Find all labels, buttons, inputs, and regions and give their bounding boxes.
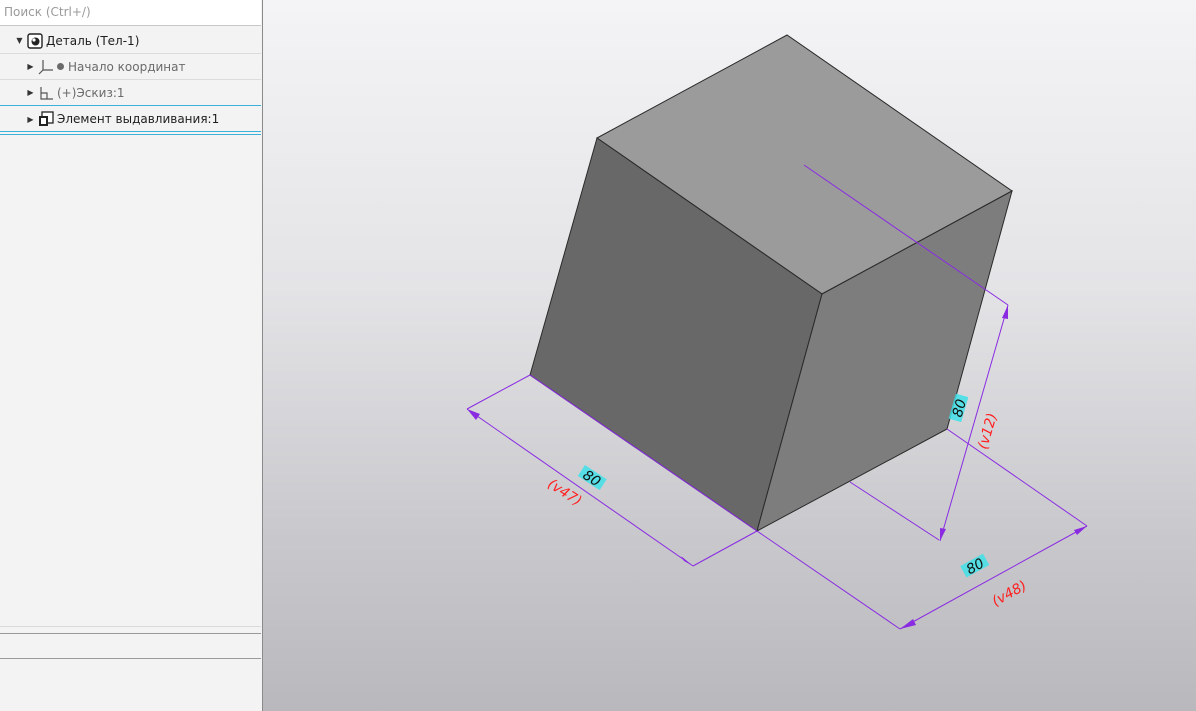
tree-item-label: Начало координат [68, 59, 186, 74]
tree-item-extrude[interactable]: ▶ Элемент выдавливания:1 [0, 106, 261, 132]
selection-line [0, 131, 261, 132]
dimension-depth[interactable]: 80 (v48) [960, 553, 1030, 610]
tree-item-sketch[interactable]: ▶ (+)Эскиз:1 [0, 80, 261, 106]
selection-line [0, 134, 261, 135]
divider [0, 658, 261, 659]
sketch-icon [38, 85, 54, 101]
divider [0, 626, 261, 627]
dimension-height-variable: (v12) [975, 411, 1001, 451]
expand-icon[interactable]: ▶ [27, 88, 34, 97]
tree-item-label: Деталь (Тел-1) [46, 33, 140, 48]
model-tree-panel: Поиск (Ctrl+/) ▼ Деталь (Тел-1) ▶ Начало… [0, 0, 263, 711]
origin-dot-icon [57, 63, 64, 70]
tree-item-origin[interactable]: ▶ Начало координат [0, 54, 261, 80]
tree-item-label: Элемент выдавливания:1 [57, 112, 220, 126]
expand-icon[interactable]: ▶ [27, 62, 34, 71]
axis-icon [38, 59, 54, 75]
scene-canvas: 80 (v47) 80 (v12) 80 (v48) [466, 34, 1088, 630]
kompas-window: Поиск (Ctrl+/) ▼ Деталь (Тел-1) ▶ Начало… [0, 0, 1196, 711]
dimension-depth-variable: (v48) [989, 578, 1029, 610]
divider [0, 633, 261, 634]
dimension-width[interactable]: 80 (v47) [545, 465, 607, 510]
collapse-icon[interactable]: ▼ [16, 36, 23, 45]
dimension-height[interactable]: 80 (v12) [948, 393, 1001, 452]
extrude-icon [38, 111, 54, 127]
search-input[interactable]: Поиск (Ctrl+/) [0, 0, 261, 26]
3d-viewport[interactable]: 80 (v47) 80 (v12) 80 (v48) [263, 0, 1196, 711]
expand-icon[interactable]: ▶ [27, 115, 34, 124]
tree-item-label: (+)Эскиз:1 [57, 85, 125, 100]
tree-item-part[interactable]: ▼ Деталь (Тел-1) [0, 28, 261, 54]
dimension-width-variable: (v47) [545, 476, 585, 510]
part-icon [27, 32, 43, 49]
